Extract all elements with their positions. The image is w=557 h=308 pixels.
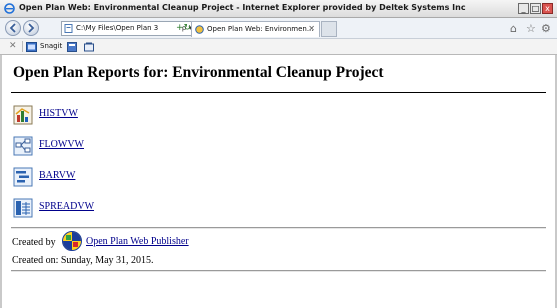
- favorites-icon[interactable]: ☆: [526, 22, 536, 35]
- tab-open-plan-web[interactable]: Open Plan Web: Environmen... ✕: [191, 21, 320, 37]
- report-link-flowvw[interactable]: FLOWVW: [39, 139, 84, 150]
- snagit-capture-icon[interactable]: [67, 42, 77, 52]
- internet-explorer-icon: [4, 3, 15, 14]
- flow-icon: [13, 136, 33, 156]
- report-link-histvw[interactable]: HISTVW: [39, 108, 78, 119]
- window-title: Open Plan Web: Environmental Cleanup Pro…: [19, 3, 466, 12]
- publisher-link[interactable]: Open Plan Web Publisher: [86, 236, 189, 247]
- forward-button[interactable]: [23, 20, 39, 36]
- toolbar-separator: [22, 41, 23, 52]
- bottom-divider: [11, 270, 546, 272]
- tools-icon[interactable]: ⚙: [541, 22, 551, 35]
- snagit-button[interactable]: Snagit: [40, 42, 62, 50]
- report-link-barvw[interactable]: BARVW: [39, 170, 75, 181]
- snagit-icon: [26, 42, 37, 52]
- tab-favicon: [195, 25, 204, 34]
- tab-close-icon[interactable]: ✕: [308, 24, 315, 33]
- title-divider: [11, 92, 546, 93]
- bar-chart-icon: [13, 167, 33, 187]
- page-title: Open Plan Reports for: Environmental Cle…: [13, 64, 384, 81]
- report-link-spreadvw[interactable]: SPREADVW: [39, 201, 94, 212]
- home-icon[interactable]: ⌂: [510, 22, 517, 35]
- forward-arrow-icon: [28, 23, 35, 33]
- snagit-editor-icon[interactable]: [84, 42, 94, 52]
- address-bar[interactable]: C:\My Files\Open Plan 3 ρ ▾: [61, 21, 195, 36]
- page-content: Open Plan Reports for: Environmental Cle…: [0, 55, 557, 308]
- back-arrow-icon: [9, 23, 16, 33]
- spreadsheet-icon: [13, 198, 33, 218]
- navigation-bar: C:\My Files\Open Plan 3 ρ ▾ +↻ Open Plan…: [0, 18, 557, 39]
- new-tab-button[interactable]: [321, 21, 337, 37]
- tab-title: Open Plan Web: Environmen...: [207, 25, 314, 33]
- page-icon: [64, 24, 73, 33]
- maximize-button[interactable]: □: [530, 3, 541, 14]
- back-button[interactable]: [5, 20, 21, 36]
- footer-divider: [11, 227, 546, 229]
- close-window-button[interactable]: x: [542, 3, 553, 14]
- created-on-text: Created on: Sunday, May 31, 2015.: [12, 255, 154, 266]
- address-text: C:\My Files\Open Plan 3: [76, 24, 159, 32]
- close-toolbar-icon[interactable]: ✕: [9, 41, 17, 51]
- minimize-button[interactable]: _: [518, 3, 529, 14]
- refresh-icon[interactable]: +↻: [176, 23, 191, 33]
- created-by-label: Created by: [12, 237, 56, 248]
- histogram-icon: [13, 105, 33, 125]
- command-bar: ✕ Snagit: [0, 39, 557, 55]
- open-plan-logo-icon: [62, 231, 82, 251]
- window-titlebar: Open Plan Web: Environmental Cleanup Pro…: [0, 0, 557, 18]
